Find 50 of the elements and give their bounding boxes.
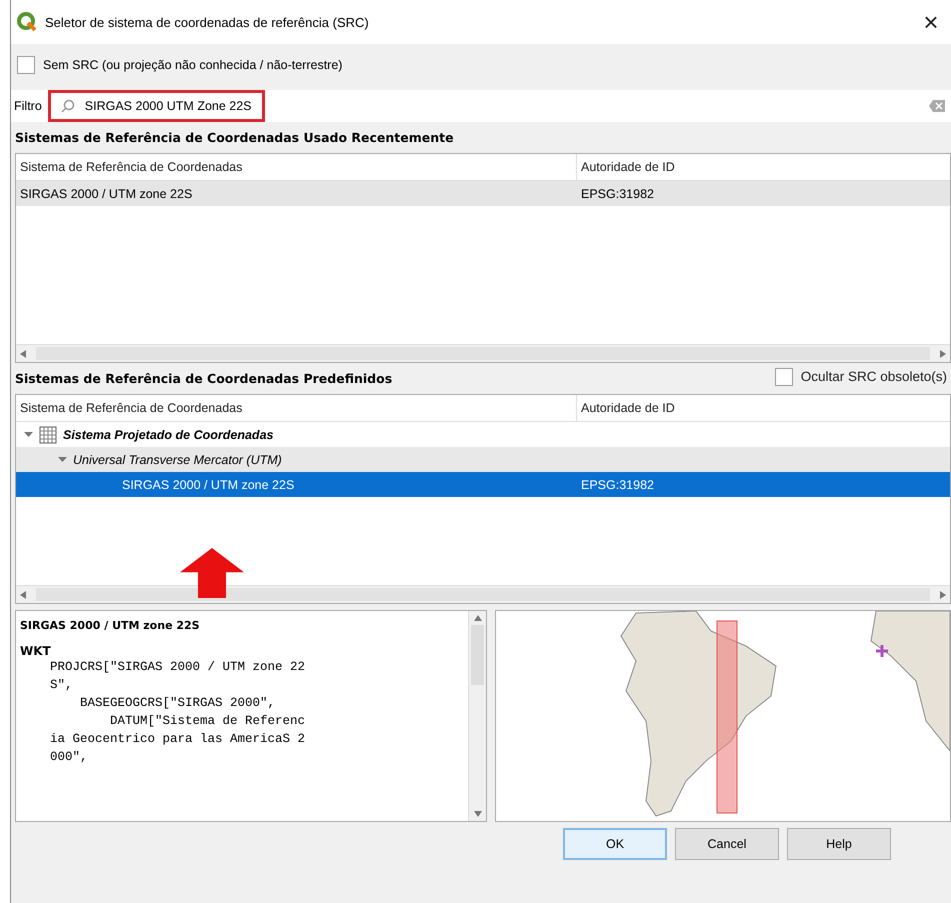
section-heading: Sistemas de Referência de Coordenadas Predefinidos	[14, 370, 394, 388]
up-arrow-icon	[180, 548, 244, 598]
wkt-heading: WKT	[20, 644, 52, 658]
window-title: Seletor de sistema de coordenadas de referência (SRC)	[45, 14, 370, 30]
column-header[interactable]: Autoridade de ID	[577, 395, 950, 421]
expand-arrow-icon[interactable]	[58, 455, 67, 464]
dialog-button[interactable]: OK	[563, 828, 667, 860]
authority-id: EPSG:31982	[581, 478, 654, 492]
hide-deprecated-checkbox[interactable]	[774, 368, 793, 386]
wkt-line: 000",	[49, 749, 89, 766]
wkt-line: BASEGEOGCRS["SIRGAS 2000",	[79, 695, 276, 712]
column-header[interactable]: Sistema de Referência de Coordenadas	[16, 395, 577, 421]
dialog-button[interactable]: Help	[787, 828, 891, 860]
section-heading: Sistemas de Referência de Coordenadas Usado Recentemente	[14, 129, 455, 147]
wkt-line: ia Geocentrico para las AmericaS 2	[49, 731, 306, 748]
authority-id: EPSG:31982	[581, 186, 654, 200]
horizontal-scrollbar[interactable]	[16, 344, 950, 362]
hide-deprecated-label: Ocultar SRC obsoleto(s)	[800, 369, 947, 384]
crs-title: SIRGAS 2000 / UTM zone 22S	[20, 619, 201, 632]
column-header[interactable]: Sistema de Referência de Coordenadas	[16, 154, 577, 180]
crs-name: SIRGAS 2000 / UTM zone 22S	[122, 478, 294, 492]
search-field[interactable]: SIRGAS 2000 UTM Zone 22S	[48, 90, 265, 122]
scroll-up-icon[interactable]	[474, 615, 482, 621]
crs-row[interactable]: SIRGAS 2000 / UTM zone 22S EPSG:31982	[16, 181, 950, 206]
vertical-scrollbar[interactable]	[468, 611, 486, 821]
app-logo-icon	[17, 12, 37, 32]
dialog-button[interactable]: Cancel	[675, 828, 779, 860]
crs-row[interactable]: SIRGAS 2000 / UTM zone 22S EPSG:31982	[16, 472, 950, 497]
scroll-left-icon[interactable]	[20, 350, 26, 358]
horizontal-scrollbar[interactable]	[16, 585, 950, 603]
clear-icon[interactable]	[929, 100, 945, 112]
wkt-line: S",	[49, 677, 74, 694]
crs-name: SIRGAS 2000 / UTM zone 22S	[20, 186, 192, 200]
scroll-down-icon[interactable]	[474, 811, 482, 817]
wkt-line: PROJCRS["SIRGAS 2000 / UTM zone 22	[49, 659, 306, 676]
close-button[interactable]: ×	[911, 6, 951, 38]
grid-icon	[39, 426, 57, 444]
no-crs-label: Sem SRC (ou projeção não conhecida / não-terrestre)	[43, 58, 342, 72]
scroll-right-icon[interactable]	[940, 590, 946, 598]
no-crs-checkbox[interactable]	[17, 56, 35, 74]
scroll-thumb[interactable]	[36, 588, 930, 601]
tree-item-label[interactable]: Universal Transverse Mercator (UTM)	[73, 452, 282, 466]
scroll-left-icon[interactable]	[20, 590, 26, 598]
search-icon	[60, 99, 75, 113]
expand-arrow-icon[interactable]	[24, 430, 33, 439]
tree-item-label[interactable]: Sistema Projetado de Coordenadas	[63, 428, 274, 442]
wkt-line: DATUM["Sistema de Referenc	[109, 713, 306, 730]
scroll-right-icon[interactable]	[940, 350, 946, 358]
filter-label: Filtro	[14, 99, 42, 113]
column-header[interactable]: Autoridade de ID	[577, 154, 950, 180]
